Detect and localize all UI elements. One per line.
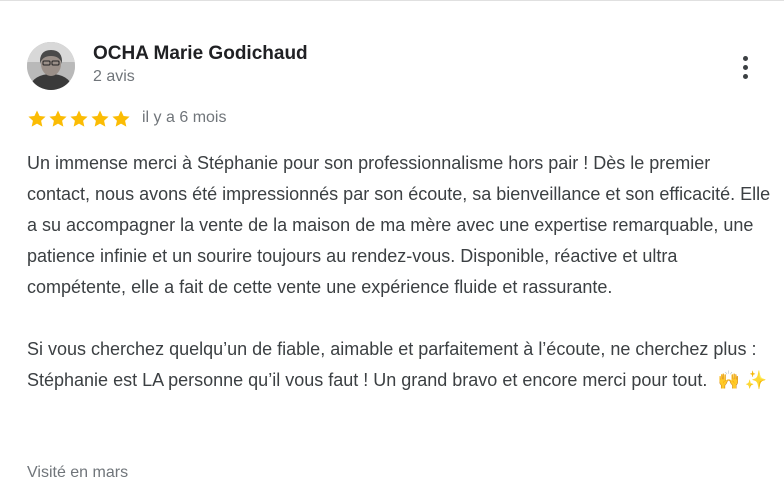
star-icon xyxy=(112,110,130,127)
author-review-count: 2 avis xyxy=(93,68,135,85)
avatar[interactable] xyxy=(27,42,75,90)
review-paragraph: Un immense merci à Stéphanie pour son pr… xyxy=(27,153,771,297)
star-icon xyxy=(28,110,46,127)
review-time: il y a 6 mois xyxy=(142,109,227,126)
star-icon xyxy=(70,110,88,127)
author-name[interactable]: OCHA Marie Godichaud xyxy=(93,43,308,65)
review-card: OCHA Marie Godichaud 2 avis il y a 6 moi… xyxy=(0,0,784,490)
emoji: 🙌 ✨ xyxy=(717,370,768,390)
star-icon xyxy=(49,110,67,127)
review-paragraph: Si vous cherchez quelqu’un de fiable, ai… xyxy=(27,339,768,390)
review-text: Un immense merci à Stéphanie pour son pr… xyxy=(27,148,772,396)
more-options-button[interactable] xyxy=(733,51,757,83)
avatar-photo xyxy=(27,42,75,90)
visit-date: Visité en mars xyxy=(27,464,129,481)
more-vert-icon xyxy=(742,55,748,61)
star-icon xyxy=(91,110,109,127)
star-rating xyxy=(27,109,131,129)
